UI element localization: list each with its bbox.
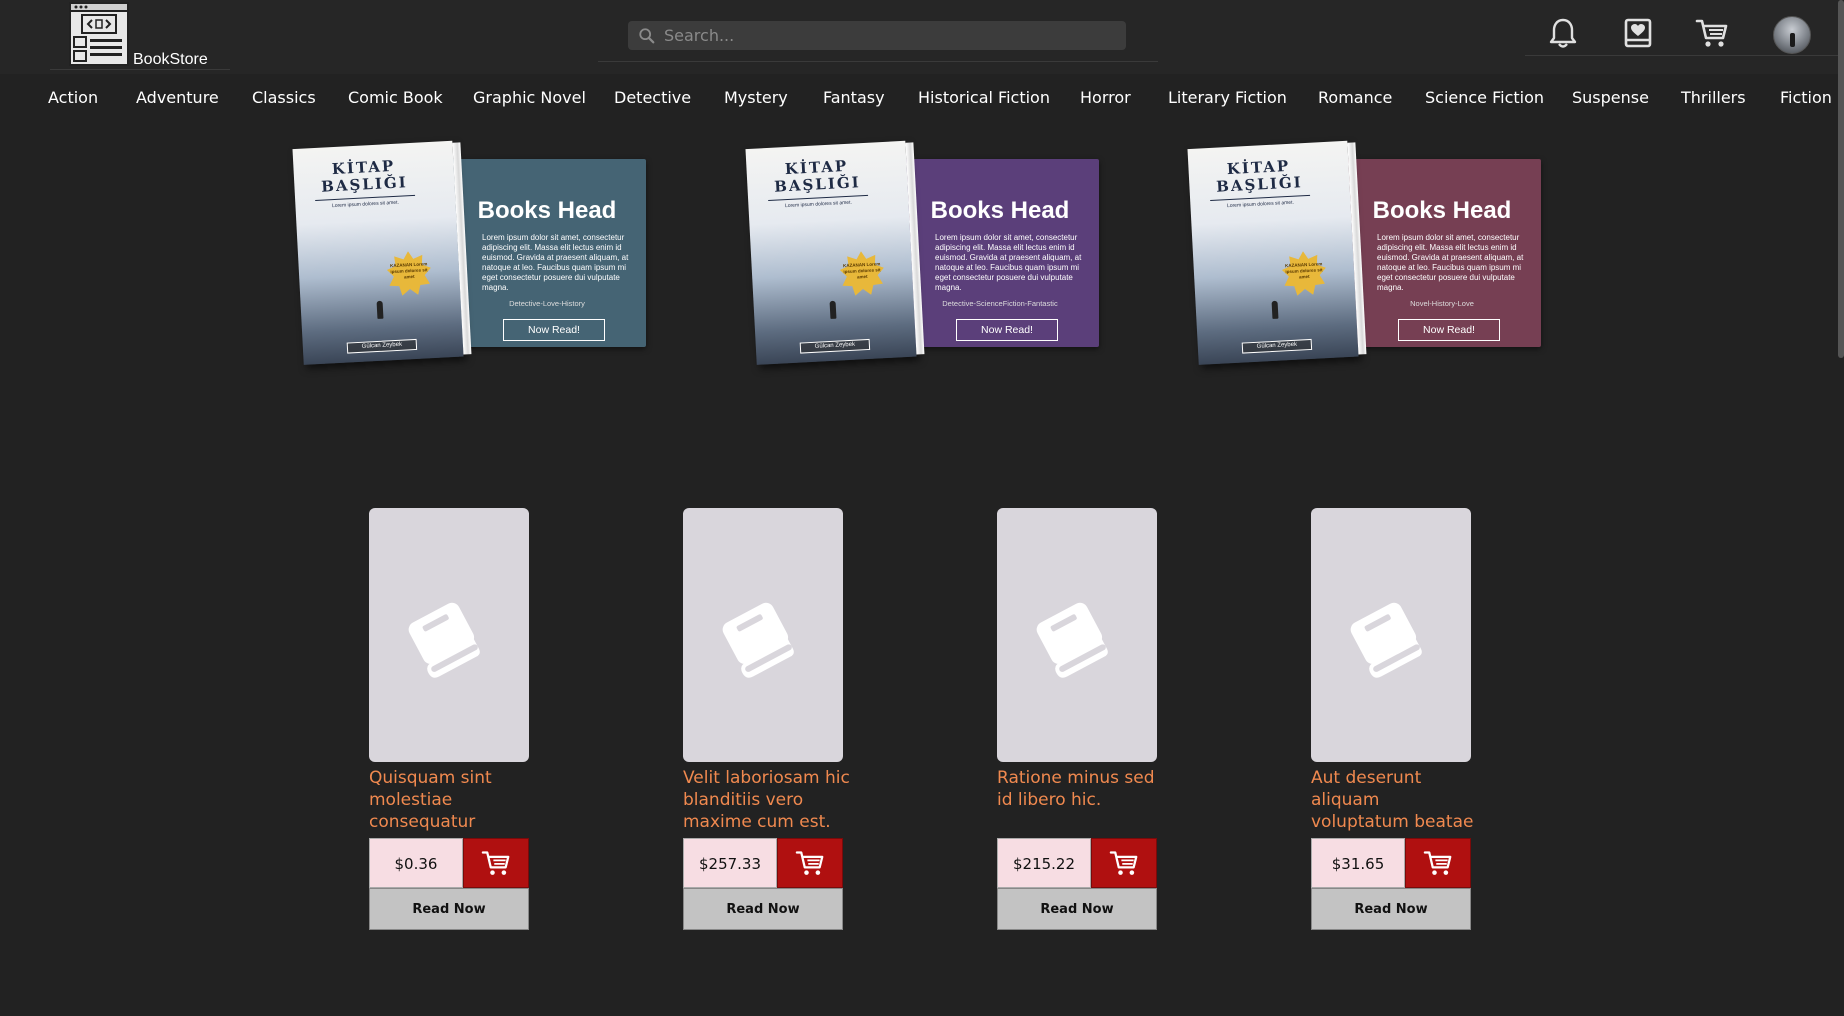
promo-banner: Books Head Lorem ipsum dolor sit amet, c… — [292, 140, 658, 365]
person-figure-icon — [376, 300, 384, 319]
cover-title: KİTAP BAŞLIĞI — [320, 156, 409, 196]
now-read-button[interactable]: Now Read! — [956, 319, 1058, 341]
heart-book-icon[interactable] — [1621, 16, 1655, 50]
layout-template-icon — [69, 2, 129, 66]
promo-heading: Books Head — [1372, 197, 1512, 224]
book-icon — [722, 602, 794, 678]
header-actions — [1525, 6, 1844, 56]
top-header: BookStore — [0, 0, 1844, 74]
read-now-button[interactable]: Read Now — [683, 888, 843, 930]
person-figure-icon — [829, 300, 837, 319]
cart-icon — [1109, 851, 1138, 875]
promo-heading: Books Head — [477, 197, 617, 224]
nav-item-comic-book[interactable]: Comic Book — [348, 88, 443, 107]
product-card: Velit laboriosam hic blanditiis vero max… — [683, 508, 850, 930]
product-price: $0.36 — [369, 838, 463, 888]
product-image[interactable] — [997, 508, 1157, 762]
nav-item-literary-fiction[interactable]: Literary Fiction — [1168, 88, 1287, 107]
award-seal-text: KAZANAN Lorem ipsum dolores sit amet — [1284, 261, 1323, 280]
nav-item-fantasy[interactable]: Fantasy — [823, 88, 885, 107]
search-container — [598, 18, 1158, 62]
cart-icon[interactable] — [1695, 16, 1729, 50]
add-to-cart-button[interactable] — [1405, 838, 1471, 888]
logo-text: BookStore — [133, 51, 208, 68]
product-price: $31.65 — [1311, 838, 1405, 888]
cart-icon — [481, 851, 510, 875]
promo-panel: Books Head Lorem ipsum dolor sit amet, c… — [1343, 159, 1541, 347]
product-card: Quisquam sint molestiae consequatur $0.3… — [369, 508, 529, 930]
nav-item-adventure[interactable]: Adventure — [136, 88, 219, 107]
cover-author: Gülcan Zeybek — [799, 338, 871, 354]
promo-banner: Books Head Lorem ipsum dolor sit amet, c… — [1187, 140, 1553, 365]
category-nav: Action Adventure Classics Comic Book Gra… — [0, 84, 1844, 114]
cover-author: Gülcan Zeybek — [346, 338, 418, 354]
read-now-button[interactable]: Read Now — [369, 888, 529, 930]
award-seal-text: KAZANAN Lorem ipsum dolores sit amet — [389, 261, 428, 280]
product-price: $257.33 — [683, 838, 777, 888]
nav-item-suspense[interactable]: Suspense — [1572, 88, 1649, 107]
nav-item-detective[interactable]: Detective — [614, 88, 691, 107]
now-read-button[interactable]: Now Read! — [503, 319, 605, 341]
search-input[interactable] — [664, 21, 1114, 50]
add-to-cart-button[interactable] — [777, 838, 843, 888]
promo-description: Lorem ipsum dolor sit amet, consectetur … — [1377, 233, 1524, 292]
add-to-cart-button[interactable] — [463, 838, 529, 888]
promo-description: Lorem ipsum dolor sit amet, consectetur … — [935, 233, 1082, 292]
nav-item-historical-fiction[interactable]: Historical Fiction — [918, 88, 1050, 107]
nav-item-graphic-novel[interactable]: Graphic Novel — [473, 88, 586, 107]
nav-item-romance[interactable]: Romance — [1318, 88, 1392, 107]
promo-panel: Books Head Lorem ipsum dolor sit amet, c… — [901, 159, 1099, 347]
now-read-button[interactable]: Now Read! — [1398, 319, 1500, 341]
promo-tags: Detective-ScienceFiction-Fantastic — [942, 299, 1058, 308]
product-card: Aut deserunt aliquam voluptatum beatae $… — [1311, 508, 1473, 930]
search-icon — [639, 28, 655, 44]
read-now-button[interactable]: Read Now — [1311, 888, 1471, 930]
nav-item-fiction[interactable]: Fiction — [1780, 88, 1832, 107]
nav-item-mystery[interactable]: Mystery — [724, 88, 788, 107]
book-icon — [1036, 602, 1108, 678]
nav-item-action[interactable]: Action — [48, 88, 98, 107]
product-image[interactable] — [369, 508, 529, 762]
logo[interactable]: BookStore — [50, 0, 230, 70]
book-icon — [1350, 602, 1422, 678]
promo-panel: Books Head Lorem ipsum dolor sit amet, c… — [448, 159, 646, 347]
book-cover-image[interactable]: KİTAP BAŞLIĞI Lorem ipsum dolores sit am… — [745, 140, 925, 365]
product-price: $215.22 — [997, 838, 1091, 888]
book-cover-image[interactable]: KİTAP BAŞLIĞI Lorem ipsum dolores sit am… — [1187, 140, 1367, 365]
product-title[interactable]: Quisquam sint molestiae consequatur — [369, 767, 539, 833]
product-title[interactable]: Velit laboriosam hic blanditiis vero max… — [683, 767, 853, 833]
product-image[interactable] — [1311, 508, 1471, 762]
add-to-cart-button[interactable] — [1091, 838, 1157, 888]
award-seal-text: KAZANAN Lorem ipsum dolores sit amet — [842, 261, 881, 280]
product-title[interactable]: Ratione minus sed id libero hic. — [997, 767, 1167, 811]
book-cover-image[interactable]: KİTAP BAŞLIĞI Lorem ipsum dolores sit am… — [292, 140, 472, 365]
product-title[interactable]: Aut deserunt aliquam voluptatum beatae — [1311, 767, 1481, 833]
nav-item-horror[interactable]: Horror — [1080, 88, 1131, 107]
nav-item-science-fiction[interactable]: Science Fiction — [1425, 88, 1544, 107]
promo-tags: Detective-Love-History — [509, 299, 585, 308]
cart-icon — [1423, 851, 1452, 875]
read-now-button[interactable]: Read Now — [997, 888, 1157, 930]
product-image[interactable] — [683, 508, 843, 762]
search-box[interactable] — [628, 21, 1126, 50]
cover-title: KİTAP BAŞLIĞI — [1215, 156, 1304, 196]
page-scrollbar[interactable] — [1838, 0, 1844, 358]
promo-banner: Books Head Lorem ipsum dolor sit amet, c… — [745, 140, 1111, 365]
cover-author: Gülcan Zeybek — [1241, 338, 1313, 354]
book-icon — [408, 602, 480, 678]
cover-title: KİTAP BAŞLIĞI — [773, 156, 862, 196]
nav-item-thrillers[interactable]: Thrillers — [1681, 88, 1746, 107]
cart-icon — [795, 851, 824, 875]
promo-description: Lorem ipsum dolor sit amet, consectetur … — [482, 233, 629, 292]
nav-item-classics[interactable]: Classics — [252, 88, 316, 107]
person-figure-icon — [1271, 300, 1279, 319]
promo-tags: Novel-History-Love — [1410, 299, 1474, 308]
promo-heading: Books Head — [930, 197, 1070, 224]
product-card: Ratione minus sed id libero hic. $215.22… — [997, 508, 1157, 930]
avatar[interactable] — [1773, 16, 1811, 54]
bell-icon[interactable] — [1546, 16, 1580, 50]
